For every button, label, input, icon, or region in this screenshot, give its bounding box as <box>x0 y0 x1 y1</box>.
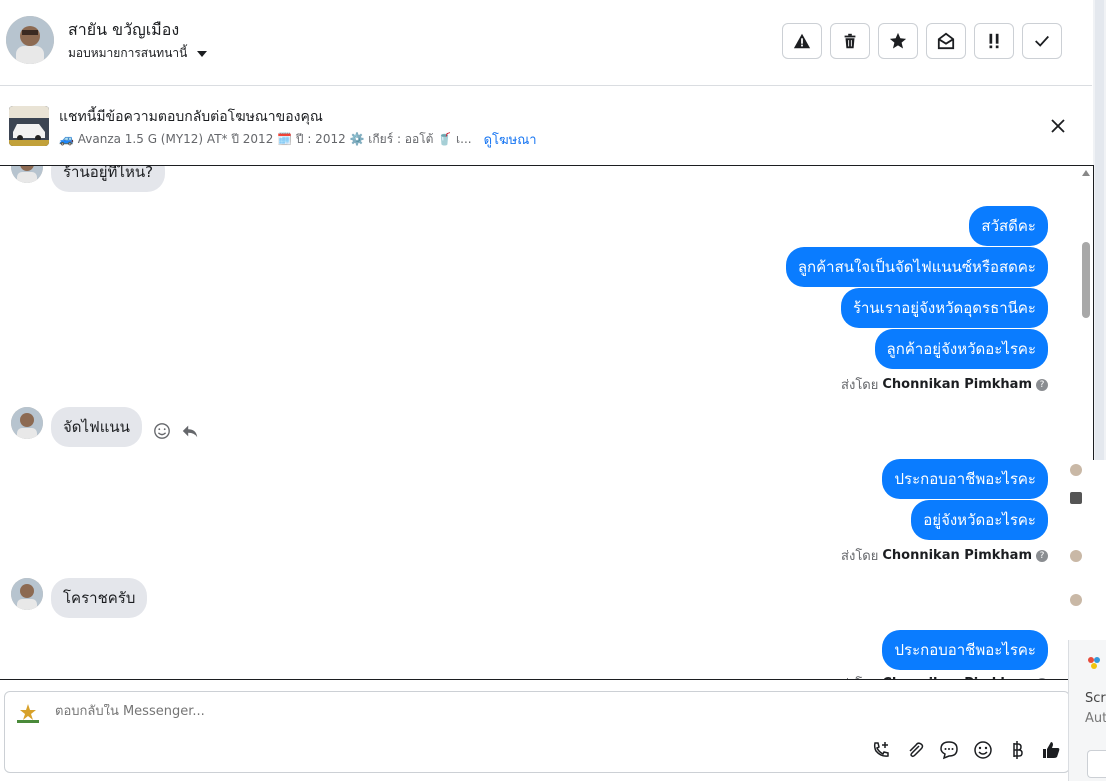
sent-by-prefix: ส่งโดย <box>841 549 879 564</box>
sent-by-agent: Chonnikan Pimkham <box>882 548 1032 563</box>
baht-payment-icon[interactable] <box>1007 740 1027 760</box>
view-ad-link[interactable]: ดูโฆษณา <box>484 129 537 150</box>
close-icon[interactable] <box>1048 116 1068 136</box>
side-preview-row <box>1070 550 1082 562</box>
mark-unread-button[interactable] <box>926 23 966 59</box>
mark-done-button[interactable] <box>1022 23 1062 59</box>
side-preview-card <box>1068 460 1106 640</box>
side-preview-row <box>1070 594 1082 606</box>
assign-label: มอบหมายการสนทนานี้ <box>68 46 188 60</box>
outgoing-message[interactable]: ประกอบอาชีพอะไรคะ <box>882 459 1048 499</box>
message-input[interactable] <box>55 704 755 719</box>
ad-thumbnail <box>1070 492 1082 504</box>
spam-button[interactable] <box>782 23 822 59</box>
side-panel-text: Scre <box>1085 691 1106 706</box>
sent-by-prefix: ส่งโดย <box>841 673 878 679</box>
sender-avatar <box>11 407 43 439</box>
emoji-icon[interactable] <box>973 740 993 760</box>
exclamation-icon <box>989 33 999 49</box>
trash-icon <box>844 33 856 49</box>
ad-banner-title: แชทนี้มีข้อความตอบกลับต่อโฆษณาของคุณ <box>59 109 323 125</box>
outgoing-message[interactable]: ร้านเราอยู่จังหวัดอุดรธานีคะ <box>840 288 1048 328</box>
contact-name[interactable]: สายัน ขวัญเมือง <box>68 18 179 43</box>
message-actions <box>153 422 199 440</box>
page-scrollbar[interactable] <box>1093 0 1106 460</box>
outgoing-message[interactable]: ประกอบอาชีพอะไรคะ <box>882 630 1048 670</box>
side-panel-button[interactable] <box>1087 750 1106 778</box>
avatar <box>1070 464 1082 476</box>
attachment-icon[interactable] <box>905 740 925 760</box>
conversation-header: สายัน ขวัญเมือง มอบหมายการสนทนานี้ <box>0 0 1092 86</box>
outgoing-message[interactable]: ลูกค้าสนใจเป็นจัดไฟแนนซ์หรือสดคะ <box>785 247 1048 287</box>
page-logo-icon <box>17 704 39 723</box>
ad-details: 🚙 Avanza 1.5 G (MY12) AT* ปี 2012 🗓️ ปี … <box>59 132 472 146</box>
outgoing-message[interactable]: ลูกค้าอยู่จังหวัดอะไรคะ <box>874 329 1048 369</box>
scroll-up-arrow-icon[interactable] <box>1082 170 1090 176</box>
assign-conversation-dropdown[interactable]: มอบหมายการสนทนานี้ <box>68 44 208 63</box>
page-scrollbar-thumb[interactable] <box>1095 0 1104 460</box>
priority-button[interactable] <box>974 23 1014 59</box>
incoming-message[interactable]: จัดไฟแนน <box>51 407 142 447</box>
ad-thumbnail[interactable] <box>9 106 49 146</box>
help-icon[interactable]: ? <box>1036 549 1048 562</box>
message-thread[interactable]: ร้านอยู่ที่ไหน? สวัสดีคะ ลูกค้าสนใจเป็นจ… <box>0 165 1094 680</box>
star-icon <box>889 32 907 49</box>
sent-by-label: ส่งโดย Chonnikan Pimkham ? <box>841 545 1048 566</box>
sent-by-agent: Chonnikan Pimkham <box>882 676 1032 679</box>
thumbs-up-icon[interactable] <box>1041 740 1061 760</box>
warning-icon <box>793 33 811 49</box>
app-logo-icon <box>1088 657 1100 669</box>
saved-reply-icon[interactable] <box>939 740 959 760</box>
conversation-toolbar <box>782 23 1062 59</box>
composer-toolbar <box>871 740 1061 760</box>
envelope-open-icon <box>937 32 955 50</box>
thread-scrollbar-thumb[interactable] <box>1082 242 1090 318</box>
help-icon[interactable]: ? <box>1036 677 1048 679</box>
reply-composer <box>4 691 1070 773</box>
checkmark-icon <box>1035 35 1049 47</box>
incoming-message[interactable]: ร้านอยู่ที่ไหน? <box>51 166 166 192</box>
side-preview-row <box>1070 492 1082 504</box>
chevron-down-icon <box>197 50 208 57</box>
avatar <box>1070 550 1082 562</box>
help-icon[interactable]: ? <box>1036 378 1048 391</box>
sent-by-label: ส่งโดย Chonnikan Pimkham ? <box>841 673 1048 679</box>
avatar <box>1070 594 1082 606</box>
side-panel-text: Aut <box>1085 711 1106 726</box>
call-add-icon[interactable] <box>871 740 891 760</box>
reply-icon[interactable] <box>181 422 199 440</box>
contact-avatar[interactable] <box>6 16 54 64</box>
ad-reply-banner: แชทนี้มีข้อความตอบกลับต่อโฆษณาของคุณ 🚙 A… <box>0 87 1092 165</box>
sender-avatar <box>11 578 43 610</box>
sent-by-agent: Chonnikan Pimkham <box>882 377 1032 392</box>
outgoing-message[interactable]: สวัสดีคะ <box>969 206 1048 246</box>
sender-avatar <box>11 166 43 183</box>
side-preview-row <box>1070 464 1082 476</box>
outgoing-message[interactable]: อยู่จังหวัดอะไรคะ <box>911 500 1048 540</box>
delete-button[interactable] <box>830 23 870 59</box>
emoji-react-icon[interactable] <box>153 422 171 440</box>
sent-by-label: ส่งโดย Chonnikan Pimkham ? <box>841 374 1048 395</box>
star-button[interactable] <box>878 23 918 59</box>
incoming-message[interactable]: โคราชครับ <box>51 578 148 618</box>
sent-by-prefix: ส่งโดย <box>841 378 879 393</box>
ad-details-row: 🚙 Avanza 1.5 G (MY12) AT* ปี 2012 🗓️ ปี … <box>59 129 537 150</box>
